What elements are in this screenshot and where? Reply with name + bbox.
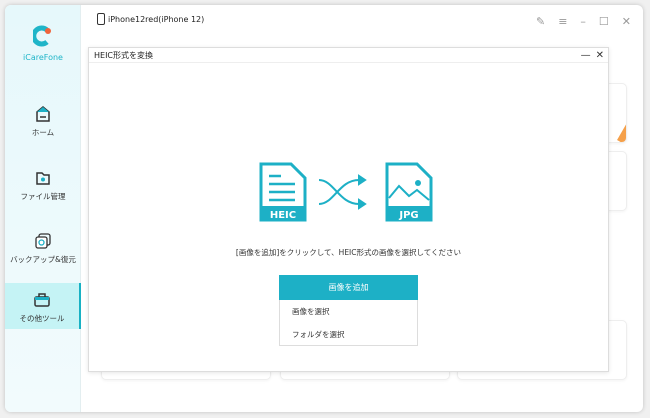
instruction-text: [画像を追加]をクリックして、HEIC形式の画像を選択してください <box>235 248 462 257</box>
feedback-icon[interactable]: ✎ <box>536 15 545 28</box>
sidebar-item-home[interactable]: ホーム <box>5 105 81 151</box>
dialog-title: HEIC形式を変換 <box>89 48 608 63</box>
add-image-button[interactable]: 画像を追加 <box>279 275 418 300</box>
device-name: iPhone12red(iPhone 12) <box>108 14 205 24</box>
sidebar-item-label: ファイル管理 <box>20 192 66 201</box>
icarefone-logo-icon <box>33 25 51 47</box>
sidebar: iCareFone ホーム ファイル管理 バックアップ&復元 その他ツール <box>5 5 81 412</box>
jpg-file-icon: JPG <box>385 162 433 222</box>
phone-icon <box>97 13 105 25</box>
window-controls: ✎ ≡ – ☐ ✕ <box>536 15 631 28</box>
app-window: iCareFone ホーム ファイル管理 バックアップ&復元 その他ツール iP… <box>5 5 643 412</box>
sidebar-item-file-management[interactable]: ファイル管理 <box>5 169 81 215</box>
sidebar-item-label: ホーム <box>31 128 55 137</box>
add-image-dropdown: 画像を選択 フォルダを選択 <box>279 300 418 346</box>
sidebar-item-label: バックアップ&復元 <box>10 255 76 264</box>
close-icon[interactable]: ✕ <box>596 48 604 63</box>
jpg-label: JPG <box>398 210 418 221</box>
maximize-icon[interactable]: ☐ <box>599 15 609 28</box>
heic-file-icon: HEIC <box>259 162 307 222</box>
app-name: iCareFone <box>23 53 63 62</box>
minimize-icon[interactable]: – <box>580 15 586 28</box>
folder-icon <box>36 172 50 185</box>
minimize-icon[interactable]: — <box>581 48 591 63</box>
device-selector[interactable]: iPhone12red(iPhone 12) <box>97 13 204 25</box>
select-image-option[interactable]: 画像を選択 <box>280 300 417 323</box>
home-icon <box>36 106 50 122</box>
shuffle-arrows-icon <box>318 174 367 210</box>
heic-label: HEIC <box>270 210 296 221</box>
select-folder-option[interactable]: フォルダを選択 <box>280 323 417 346</box>
sidebar-item-label: その他ツール <box>19 314 65 323</box>
sidebar-item-other-tools[interactable]: その他ツール <box>5 283 81 329</box>
menu-icon[interactable]: ≡ <box>558 15 567 28</box>
toolbox-icon <box>34 293 50 307</box>
conversion-illustration: HEIC JPG <box>259 162 433 222</box>
close-icon[interactable]: ✕ <box>622 15 631 28</box>
sidebar-item-backup-restore[interactable]: バックアップ&復元 <box>5 232 81 278</box>
heic-converter-dialog: HEIC形式を変換 — ✕ HEIC JPG [画像を追加]をクリックして、HE… <box>88 47 609 372</box>
backup-icon <box>35 233 51 249</box>
